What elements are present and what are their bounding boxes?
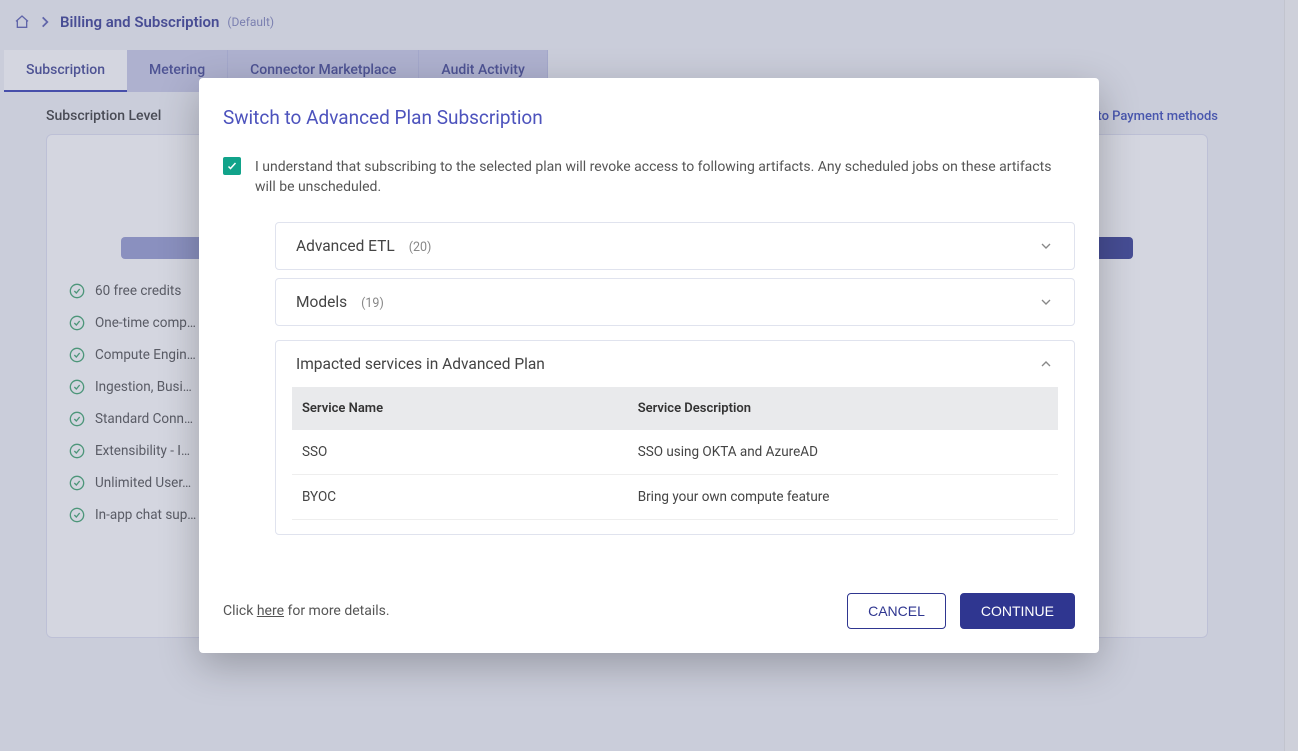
chevron-up-icon bbox=[1038, 356, 1054, 372]
accordion-impacted-services: Impacted services in Advanced Plan Servi… bbox=[275, 340, 1075, 535]
modal-title: Switch to Advanced Plan Subscription bbox=[223, 106, 1075, 129]
service-name: BYOC bbox=[302, 489, 638, 505]
accordion-header[interactable]: Impacted services in Advanced Plan bbox=[276, 341, 1074, 387]
switch-plan-modal: Switch to Advanced Plan Subscription I u… bbox=[199, 78, 1099, 653]
accordion-name: Models bbox=[296, 293, 347, 311]
accordion-group: Advanced ETL (20) Models (19) bbox=[275, 222, 1075, 535]
accordion-header[interactable]: Advanced ETL (20) bbox=[276, 223, 1074, 269]
accordion-count: (19) bbox=[361, 296, 384, 311]
service-desc: Bring your own compute feature bbox=[638, 489, 1048, 505]
chevron-down-icon bbox=[1038, 238, 1054, 254]
consent-row: I understand that subscribing to the sel… bbox=[223, 157, 1075, 198]
consent-text: I understand that subscribing to the sel… bbox=[255, 157, 1075, 198]
modal-overlay: Switch to Advanced Plan Subscription I u… bbox=[0, 0, 1298, 751]
more-details-text: Click here for more details. bbox=[223, 603, 390, 619]
table-header: Service Name Service Description bbox=[292, 387, 1058, 430]
col-service-name: Service Name bbox=[302, 401, 638, 416]
table-row: SSO SSO using OKTA and AzureAD bbox=[292, 430, 1058, 475]
accordion-name: Advanced ETL bbox=[296, 237, 395, 255]
chevron-down-icon bbox=[1038, 294, 1054, 310]
impacted-title: Impacted services in Advanced Plan bbox=[296, 355, 545, 373]
col-service-desc: Service Description bbox=[638, 401, 1048, 416]
table-row: BYOC Bring your own compute feature bbox=[292, 475, 1058, 520]
continue-button[interactable]: CONTINUE bbox=[960, 593, 1075, 629]
service-name: SSO bbox=[302, 444, 638, 460]
accordion-advanced-etl: Advanced ETL (20) bbox=[275, 222, 1075, 270]
accordion-header[interactable]: Models (19) bbox=[276, 279, 1074, 325]
cancel-button[interactable]: CANCEL bbox=[847, 593, 946, 629]
more-details-link[interactable]: here bbox=[257, 603, 284, 619]
accordion-models: Models (19) bbox=[275, 278, 1075, 326]
modal-footer: Click here for more details. CANCEL CONT… bbox=[223, 593, 1075, 629]
accordion-count: (20) bbox=[409, 240, 432, 255]
impacted-services-table: Service Name Service Description SSO SSO… bbox=[276, 387, 1074, 534]
consent-checkbox[interactable] bbox=[223, 157, 241, 175]
service-desc: SSO using OKTA and AzureAD bbox=[638, 444, 1048, 460]
